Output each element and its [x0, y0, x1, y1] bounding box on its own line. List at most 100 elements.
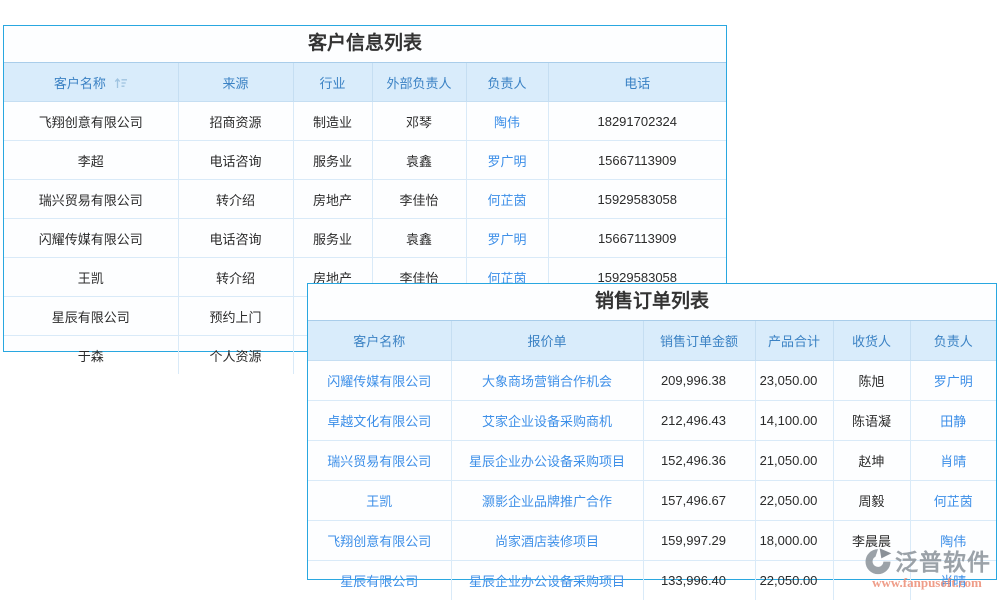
- owner-link[interactable]: 何芷茵: [487, 193, 526, 208]
- table-row: 卓越文化有限公司 艾家企业设备采购商机 212,496.4314,100.00陈语凝…: [308, 401, 996, 441]
- cell-product_total: 14,100.00: [755, 401, 833, 441]
- cell-owner: 田静: [910, 401, 996, 441]
- owner-link[interactable]: 肖晴: [940, 454, 966, 469]
- cell-name: 李超: [4, 141, 178, 180]
- cell-source: 电话咨询: [178, 141, 293, 180]
- cell-customer: 瑞兴贸易有限公司: [308, 441, 451, 481]
- customer-link[interactable]: 王凯: [366, 494, 392, 509]
- cell-quote: 尚家酒店装修项目: [451, 521, 643, 561]
- col-header-source: 来源: [178, 63, 293, 102]
- cell-product_total: 22,050.00: [755, 561, 833, 600]
- owner-link[interactable]: 田静: [940, 414, 966, 429]
- cell-quote: 大象商场营销合作机会: [451, 361, 643, 401]
- cell-product_total: 18,000.00: [755, 521, 833, 561]
- customer-link[interactable]: 飞翔创意有限公司: [327, 534, 431, 549]
- cell-name: 王凯: [4, 258, 178, 297]
- cell-quote: 星辰企业办公设备采购项目: [451, 561, 643, 600]
- cell-source: 电话咨询: [178, 219, 293, 258]
- cell-order_amount: 212,496.43: [643, 401, 755, 441]
- cell-source: 转介绍: [178, 180, 293, 219]
- cell-receiver: 陈语凝: [833, 401, 910, 441]
- cell-name: 星辰有限公司: [4, 297, 178, 336]
- cell-customer: 闪耀传媒有限公司: [308, 361, 451, 401]
- customer-link[interactable]: 卓越文化有限公司: [327, 414, 431, 429]
- cell-order_amount: 133,996.40: [643, 561, 755, 600]
- cell-industry: 服务业: [293, 141, 372, 180]
- col-header-product-total: 产品合计: [755, 321, 833, 361]
- col-header-external-owner: 外部负责人: [372, 63, 466, 102]
- customer-link[interactable]: 闪耀传媒有限公司: [327, 374, 431, 389]
- cell-external_owner: 李佳怡: [372, 180, 466, 219]
- col-header-receiver: 收货人: [833, 321, 910, 361]
- table-row: 闪耀传媒有限公司电话咨询服务业袁鑫罗广明15667113909: [4, 219, 726, 258]
- cell-external_owner: 邓琴: [372, 102, 466, 141]
- quote-link[interactable]: 大象商场营销合作机会: [482, 374, 612, 389]
- cell-customer: 星辰有限公司: [308, 561, 451, 600]
- table-row: 瑞兴贸易有限公司星辰企业办公设备采购项目152,496.3621,050.00赵…: [308, 441, 996, 481]
- cell-name: 飞翔创意有限公司: [4, 102, 178, 141]
- col-header-order-amount: 销售订单金额: [643, 321, 755, 361]
- table-row: 瑞兴贸易有限公司转介绍房地产李佳怡何芷茵15929583058: [4, 180, 726, 219]
- cell-order_amount: 159,997.29: [643, 521, 755, 561]
- col-header-industry: 行业: [293, 63, 372, 102]
- table-row: 王凯 灏影企业品牌推广合作 157,496.6722,050.00周毅 何芷茵: [308, 481, 996, 521]
- table-row: 闪耀传媒有限公司 大象商场营销合作机会 209,996.3823,050.00陈旭 罗…: [308, 361, 996, 401]
- cell-owner: 何芷茵: [910, 481, 996, 521]
- watermark-url: www.fanpusoft.com: [856, 575, 998, 591]
- cell-source: 预约上门: [178, 297, 293, 336]
- sort-ascending-icon[interactable]: [114, 77, 128, 89]
- cell-phone: 15929583058: [548, 180, 726, 219]
- customer-link[interactable]: 星辰有限公司: [340, 574, 418, 589]
- owner-link[interactable]: 罗广明: [487, 154, 526, 169]
- cell-product_total: 23,050.00: [755, 361, 833, 401]
- quote-link[interactable]: 灏影企业品牌推广合作: [482, 494, 612, 509]
- cell-phone: 18291702324: [548, 102, 726, 141]
- col-header-phone: 电话: [548, 63, 726, 102]
- cell-customer: 卓越文化有限公司: [308, 401, 451, 441]
- cell-owner: 罗广明: [466, 219, 548, 258]
- cell-industry: 制造业: [293, 102, 372, 141]
- cell-source: 招商资源: [178, 102, 293, 141]
- quote-link[interactable]: 艾家企业设备采购商机: [482, 414, 612, 429]
- cell-phone: 15667113909: [548, 219, 726, 258]
- table-row: 飞翔创意有限公司招商资源制造业邓琴 陶伟 18291702324: [4, 102, 726, 141]
- owner-link[interactable]: 罗广明: [487, 232, 526, 247]
- cell-quote: 灏影企业品牌推广合作: [451, 481, 643, 521]
- col-header-owner: 负责人: [466, 63, 548, 102]
- cell-owner: 肖晴: [910, 441, 996, 481]
- customer-link[interactable]: 瑞兴贸易有限公司: [327, 454, 431, 469]
- quote-link[interactable]: 尚家酒店装修项目: [495, 534, 599, 549]
- sales-order-panel: 销售订单列表 客户名称 报价单 销售订单金额 产品合计 收货人 负责人 闪耀传媒…: [307, 283, 997, 580]
- cell-receiver: 周毅: [833, 481, 910, 521]
- col-header-quote: 报价单: [451, 321, 643, 361]
- cell-industry: 房地产: [293, 180, 372, 219]
- cell-industry: 服务业: [293, 219, 372, 258]
- watermark-brand: 泛普软件: [895, 543, 991, 577]
- quote-link[interactable]: 星辰企业办公设备采购项目: [469, 454, 625, 469]
- col-header-label: 客户名称: [54, 76, 106, 91]
- customer-table-header-row: 客户名称 来源 行业 外部负责人 负责人 电话: [4, 63, 726, 102]
- cell-owner: 何芷茵: [466, 180, 548, 219]
- table-row: 李超电话咨询服务业袁鑫罗广明15667113909: [4, 141, 726, 180]
- col-header-customer-name[interactable]: 客户名称: [4, 63, 178, 102]
- cell-receiver: 陈旭: [833, 361, 910, 401]
- cell-owner: 陶伟: [466, 102, 548, 141]
- cell-order_amount: 209,996.38: [643, 361, 755, 401]
- col-header-order-owner: 负责人: [910, 321, 996, 361]
- cell-phone: 15667113909: [548, 141, 726, 180]
- cell-order_amount: 157,496.67: [643, 481, 755, 521]
- vendor-watermark: 泛普软件 www.fanpusoft.com: [856, 543, 998, 589]
- cell-product_total: 22,050.00: [755, 481, 833, 521]
- cell-quote: 星辰企业办公设备采购项目: [451, 441, 643, 481]
- cell-owner: 罗广明: [910, 361, 996, 401]
- owner-link[interactable]: 罗广明: [934, 374, 973, 389]
- col-header-order-customer: 客户名称: [308, 321, 451, 361]
- cell-quote: 艾家企业设备采购商机: [451, 401, 643, 441]
- cell-customer: 飞翔创意有限公司: [308, 521, 451, 561]
- quote-link[interactable]: 星辰企业办公设备采购项目: [469, 574, 625, 589]
- cell-external_owner: 袁鑫: [372, 219, 466, 258]
- owner-link[interactable]: 何芷茵: [934, 494, 973, 509]
- owner-link[interactable]: 陶伟: [494, 115, 520, 130]
- cell-owner: 罗广明: [466, 141, 548, 180]
- customer-table-title: 客户信息列表: [4, 26, 726, 63]
